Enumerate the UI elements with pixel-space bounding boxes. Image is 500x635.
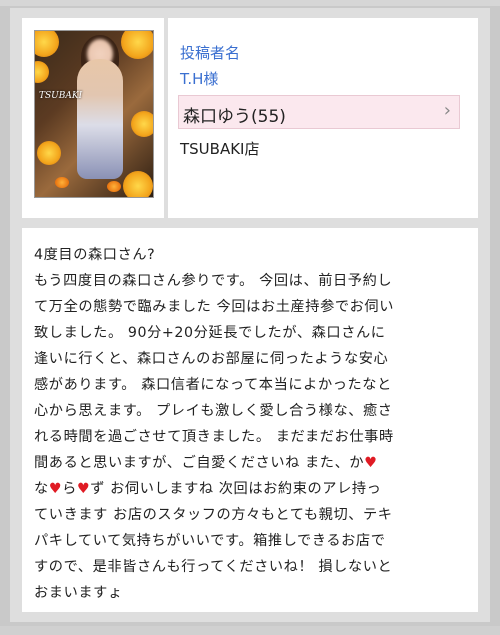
girl-profile-link[interactable]: 森口ゆう(55) ›: [178, 95, 460, 129]
poster-label: 投稿者名: [180, 44, 241, 62]
shop-name: TSUBAKI店: [180, 140, 260, 158]
review-line: 4度目の森口さん?: [34, 247, 156, 263]
flower-decoration: [35, 31, 59, 57]
photo-watermark: TSUBAKI: [39, 91, 83, 101]
heart-icon: ♥: [364, 455, 378, 471]
pumpkin-decoration: [55, 177, 69, 188]
top-strip: [0, 0, 500, 6]
flower-decoration: [123, 171, 153, 197]
flower-decoration: [131, 111, 153, 137]
pumpkin-decoration: [107, 181, 121, 192]
review-body: 4度目の森口さん? もう四度目の森口さん参りです。 今回は、前日予約し て万全の…: [34, 242, 470, 606]
review-line: ていきます お店のスタッフの方々もとても親切、テキ: [34, 507, 393, 523]
flower-decoration: [37, 141, 61, 165]
review-line: 逢いに行くと、森口さんのお部屋に伺ったような安心: [34, 351, 389, 367]
info-card: 投稿者名 T.H様 森口ゆう(55) › TSUBAKI店: [168, 18, 478, 218]
review-line: もう四度目の森口さん参りです。 今回は、前日予約し: [34, 273, 393, 289]
review-card: 4度目の森口さん? もう四度目の森口さん参りです。 今回は、前日予約し て万全の…: [22, 228, 478, 612]
review-frame: TSUBAKI 投稿者名 T.H様 森口ゆう(55) › TSUBAKI店 4度…: [10, 8, 490, 622]
heart-icon: ♥: [48, 481, 63, 497]
review-line: おまいますょ: [34, 585, 123, 601]
chevron-right-icon: ›: [443, 100, 451, 121]
flower-decoration: [35, 61, 49, 83]
review-line: 心から思えます。 プレイも激しく愛し合う様な、癒さ: [34, 403, 393, 419]
review-line: れる時間を過ごさせて頂きました。 まだまだお仕事時: [34, 429, 394, 445]
heart-icon: ♥: [76, 481, 91, 497]
review-line: すので、是非皆さんも行ってくださいね！ 損しないと: [34, 559, 393, 575]
poster-name: T.H様: [180, 70, 219, 88]
review-line: 致しました。 90分+20分延長でしたが、森口さんに: [34, 325, 386, 341]
review-line: 間あると思いますが、ご自愛くださいね また、か: [34, 455, 365, 471]
flower-decoration: [121, 31, 153, 59]
girl-photo[interactable]: TSUBAKI: [34, 30, 154, 198]
review-line: パキしていて気持ちがいいです。箱推しできるお店で: [34, 533, 386, 549]
photo-card: TSUBAKI: [22, 18, 164, 218]
bottom-strip: [0, 626, 500, 635]
review-line: 感があります。 森口信者になって本当によかったなと: [34, 377, 392, 393]
review-line: な: [34, 481, 49, 497]
review-line: ず お伺いしますね 次回はお約束のアレ持っ: [90, 481, 382, 497]
photo-figure-body: [77, 59, 123, 179]
girl-name-age: 森口ゆう(55): [183, 107, 286, 127]
review-line: ら: [62, 481, 77, 497]
review-line: て万全の態勢で臨みました 今回はお土産持参でお伺い: [34, 299, 395, 315]
